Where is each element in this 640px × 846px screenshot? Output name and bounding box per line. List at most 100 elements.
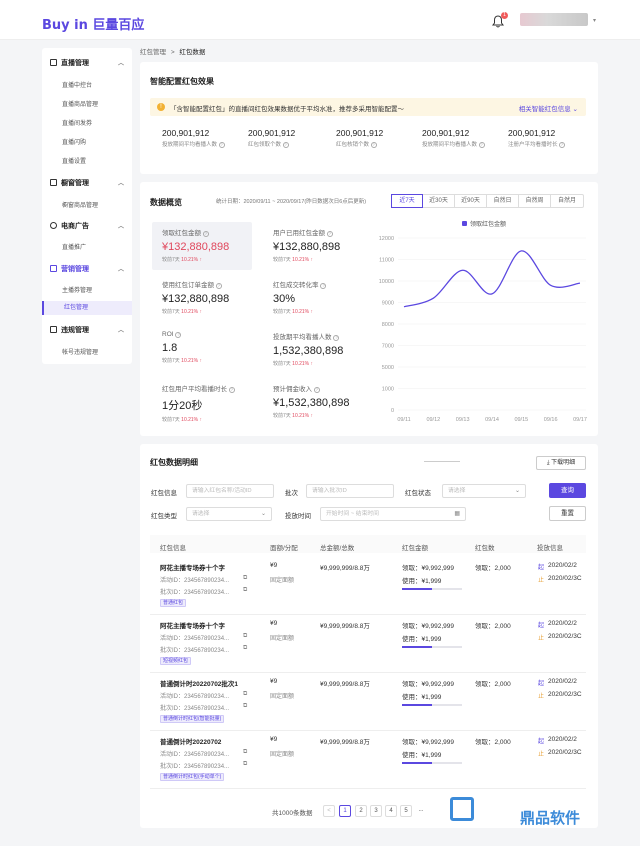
sidebar-item-anchor-coupons[interactable]: 主播券管理 — [62, 285, 92, 294]
row-total: ¥9,999,999/8.8万 — [320, 681, 370, 688]
copy-icon[interactable]: ⧉ — [243, 575, 247, 582]
help-icon[interactable]: ? — [228, 387, 235, 393]
sidebar-group-marketing[interactable]: 营销管理 ︿ — [50, 264, 126, 274]
sidebar-item-window-products[interactable]: 橱窗商品管理 — [62, 200, 98, 209]
copy-icon[interactable]: ⧉ — [243, 761, 247, 768]
page-button[interactable]: 3 — [370, 805, 382, 817]
metric-rate: 10.21% ↑ — [181, 358, 203, 364]
copy-icon[interactable]: ⧉ — [243, 691, 247, 698]
metric-card[interactable]: ROI ? 1.8 较前7天 10.21% ↑ — [152, 326, 252, 374]
help-icon[interactable]: ? — [320, 283, 327, 289]
sidebar-item-live-settings[interactable]: 直播设置 — [62, 156, 86, 165]
query-button[interactable]: 查询 — [549, 483, 586, 498]
metric-card[interactable]: 红包用户平均看播时长 ? 1分20秒 较前7天 10.21% ↑ — [152, 378, 260, 426]
sidebar-group-window[interactable]: 橱窗管理 ︿ — [50, 178, 126, 188]
help-icon[interactable]: ? — [370, 142, 377, 148]
breadcrumb-parent[interactable]: 红包管理 — [140, 49, 166, 56]
column-header: 红包金额 — [402, 545, 428, 552]
row-start-date: 2020/02/2 — [548, 620, 577, 627]
row-name[interactable]: 普通倒计时20220702批次1 — [160, 678, 238, 688]
notification-badge: 1 — [501, 12, 508, 19]
type-select[interactable]: 请选择 ⌄ — [186, 507, 272, 521]
row-name[interactable]: 阿花主播专场券十个字 — [160, 620, 225, 630]
page-button[interactable]: 1 — [339, 805, 351, 817]
sidebar-group-ads[interactable]: 电商广告 ︿ — [50, 221, 126, 231]
download-icon: ⤓ — [546, 460, 550, 466]
stat-value: 200,901,912 — [336, 128, 384, 138]
top-bar: Buy in 巨量百应 1 ▾ — [0, 0, 640, 40]
metric-rate: 10.21% ↑ — [181, 417, 203, 423]
stat-value: 200,901,912 — [508, 128, 556, 138]
user-avatar[interactable] — [520, 13, 588, 26]
help-icon[interactable]: ? — [478, 142, 485, 148]
tab-30d[interactable]: 近30天 — [423, 195, 455, 207]
y-tick-label: 12000 — [379, 236, 394, 242]
type-placeholder: 请选择 — [192, 511, 210, 517]
copy-icon[interactable]: ⧉ — [243, 587, 247, 594]
prev-page-button[interactable]: < — [323, 805, 335, 817]
help-icon[interactable]: ? — [202, 231, 209, 237]
help-icon[interactable]: ? — [326, 231, 333, 237]
row-name[interactable]: 阿花主播专场券十个字 — [160, 562, 225, 572]
help-icon[interactable]: ? — [218, 142, 225, 148]
row-total: ¥9,999,999/8.8万 — [320, 739, 370, 746]
copy-icon[interactable]: ⧉ — [243, 645, 247, 652]
page-button[interactable]: 5 — [400, 805, 412, 817]
notice-banner: ! 「含智能配置红包」的直播间红包效果数据优于平均水准，推荐多采用智能配置～ 相… — [150, 98, 586, 116]
row-batch-id: 批次ID：234567890234... — [160, 648, 230, 654]
help-icon[interactable]: ? — [313, 387, 320, 393]
column-header: 面额/分配 — [270, 545, 298, 552]
metric-card[interactable]: 使用红包订单金额 ? ¥132,880,898 较前7天 10.21% ↑ — [152, 274, 252, 322]
sidebar-item-flash-sale[interactable]: 直播闪购 — [62, 137, 86, 146]
metric-card[interactable]: 投放期平均看播人数 ? 1,532,380,898 较前7天 10.21% ↑ — [263, 326, 373, 374]
copy-icon[interactable]: ⧉ — [243, 703, 247, 710]
metric-card[interactable]: 预计佣金收入 ? ¥1,532,380,898 较前7天 10.21% ↑ — [263, 378, 373, 426]
time-range-picker[interactable]: 开始时间 ~ 结束时间 ▦ — [320, 507, 466, 521]
sidebar-item-live-promo[interactable]: 直播推广 — [62, 242, 86, 251]
tab-7d[interactable]: 近7天 — [391, 194, 423, 208]
download-button[interactable]: ⤓ 下载明细 — [536, 456, 586, 470]
row-denomination: ¥9 — [270, 562, 278, 569]
page-button[interactable]: 4 — [385, 805, 397, 817]
app-logo[interactable]: Buy in 巨量百应 — [42, 14, 144, 33]
help-icon[interactable]: ? — [282, 142, 289, 148]
metric-card[interactable]: 领取红包金额 ? ¥132,880,898 较前7天 10.21% ↑ — [152, 222, 252, 270]
row-end-tag: 止 — [538, 636, 545, 642]
tab-day[interactable]: 自然日 — [487, 195, 519, 207]
row-denomination: ¥9 — [270, 620, 278, 627]
chevron-down-icon[interactable]: ▾ — [593, 17, 596, 24]
bell-icon[interactable]: 1 — [492, 12, 508, 29]
copy-icon[interactable]: ⧉ — [243, 749, 247, 756]
usage-progress-fill — [402, 588, 432, 590]
sidebar-item-live-console[interactable]: 直播中控台 — [62, 80, 92, 89]
sidebar-item-account-violation[interactable]: 帐号违规管理 — [62, 347, 98, 356]
row-end-tag: 止 — [538, 578, 545, 584]
sidebar-item-redpacket[interactable]: 红包管理 — [42, 301, 132, 315]
help-icon[interactable]: ? — [215, 283, 222, 289]
copy-icon[interactable]: ⧉ — [243, 633, 247, 640]
row-name[interactable]: 普通倒计时20220702 — [160, 736, 221, 746]
breadcrumb-current: 红包数据 — [179, 49, 206, 56]
sidebar-group-label: 电商广告 — [61, 223, 89, 230]
status-select[interactable]: 请选择 ⌄ — [442, 484, 526, 498]
sidebar-group-live[interactable]: 直播管理 ︿ — [50, 58, 126, 68]
status-placeholder: 请选择 — [448, 488, 466, 494]
tab-week[interactable]: 自然周 — [519, 195, 551, 207]
sidebar-group-violation[interactable]: 违规管理 ︿ — [50, 325, 126, 335]
sidebar-item-live-coupons[interactable]: 直播间发券 — [62, 118, 92, 127]
redpacket-info-input[interactable]: 请输入红包名称/活动ID — [186, 484, 274, 498]
page-button[interactable]: 2 — [355, 805, 367, 817]
help-icon[interactable]: ? — [175, 332, 182, 338]
metric-label: 红包成交转化率 — [273, 282, 319, 289]
y-tick-label: 9000 — [382, 301, 394, 307]
tab-month[interactable]: 自然月 — [551, 195, 583, 207]
help-icon[interactable]: ? — [559, 142, 566, 148]
batch-input[interactable]: 请输入批次ID — [306, 484, 394, 498]
notice-link[interactable]: 相关智能红包信息 ⌄ — [519, 103, 578, 113]
sidebar-item-live-products[interactable]: 直播商品管理 — [62, 99, 98, 108]
metric-card[interactable]: 用户已用红包金额 ? ¥132,880,898 较前7天 10.21% ↑ — [263, 222, 363, 270]
metric-card[interactable]: 红包成交转化率 ? 30% 较前7天 10.21% ↑ — [263, 274, 363, 322]
reset-button[interactable]: 重置 — [549, 506, 586, 521]
tab-90d[interactable]: 近90天 — [455, 195, 487, 207]
help-icon[interactable]: ? — [333, 335, 340, 341]
